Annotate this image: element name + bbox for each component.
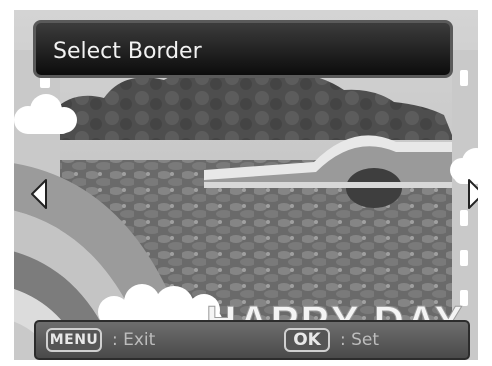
camera-screen: HAPPY DAY Select Border MENU : Exit OK :…	[14, 10, 478, 360]
left-arrow-icon[interactable]	[30, 178, 48, 210]
button-guide-bar: MENU : Exit OK : Set	[34, 320, 470, 360]
menu-exit-hint[interactable]: MENU : Exit	[46, 328, 155, 352]
page-title: Select Border	[53, 39, 202, 64]
title-bar: Select Border	[33, 20, 453, 78]
ok-set-hint[interactable]: OK : Set	[284, 328, 379, 352]
menu-exit-label: : Exit	[112, 330, 156, 350]
ok-set-label: : Set	[340, 330, 380, 350]
menu-key-icon[interactable]: MENU	[46, 328, 102, 352]
right-arrow-icon[interactable]	[467, 178, 478, 210]
ok-key-icon[interactable]: OK	[284, 328, 330, 352]
